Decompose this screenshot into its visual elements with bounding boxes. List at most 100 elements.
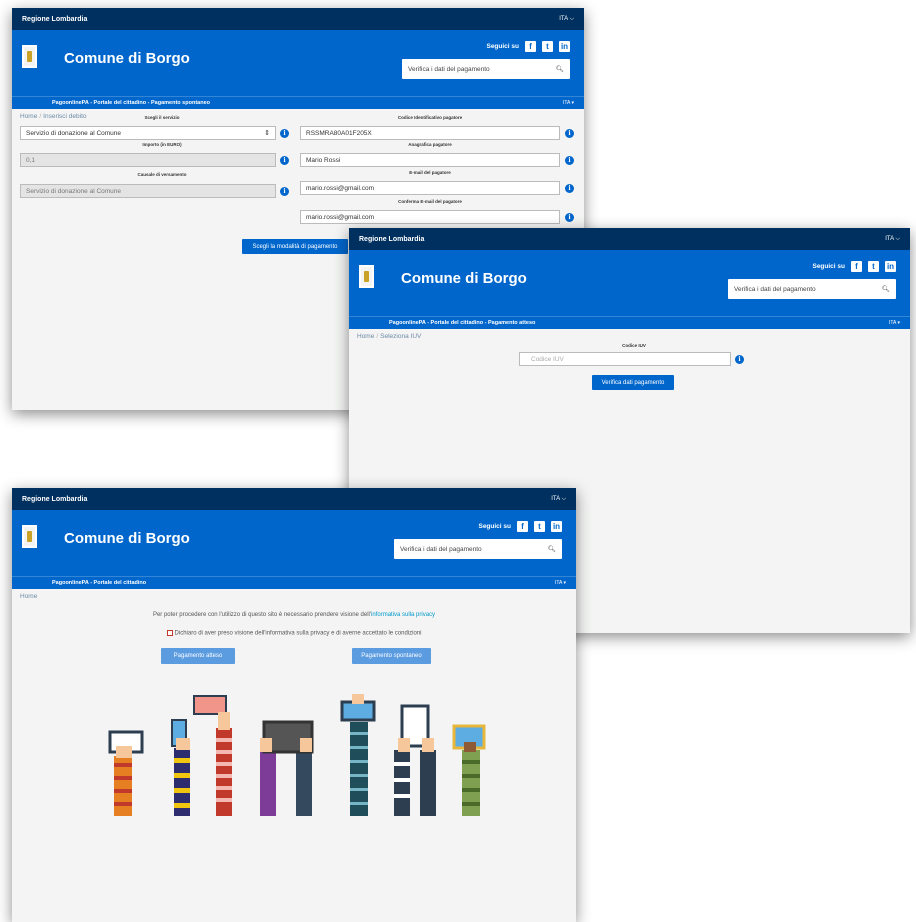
social-links: Seguici su f t in: [486, 41, 570, 52]
email-label: E-mail del pagatore: [409, 170, 451, 175]
info-icon[interactable]: i: [280, 156, 289, 165]
follow-label: Seguici su: [812, 263, 845, 270]
amount-label: Importo (in EURO): [142, 142, 182, 147]
service-select[interactable]: Servizio di donazione al Comune ⇕: [20, 126, 276, 140]
consent-checkbox[interactable]: [166, 630, 173, 636]
site-title: Comune di Borgo: [64, 530, 190, 547]
pagamento-spontaneo-button[interactable]: Pagamento spontaneo: [352, 648, 431, 664]
email-confirm-label: Conferma E-mail del pagatore: [398, 199, 462, 204]
linkedin-icon[interactable]: in: [559, 41, 570, 52]
verify-payment-button[interactable]: Verifica dati pagamento: [592, 375, 674, 390]
nav-title: PagoonlinePA - Portale del cittadino - P…: [52, 100, 210, 106]
coat-of-arms-icon: [22, 525, 37, 548]
breadcrumb-home[interactable]: Home: [357, 333, 374, 340]
amount-field[interactable]: 0,1: [20, 153, 276, 167]
hand-phone-2: [171, 719, 190, 816]
language-selector[interactable]: ITA ⌵: [551, 496, 566, 503]
email-confirm-field[interactable]: mario.rossi@gmail.com: [300, 210, 560, 224]
breadcrumb-home[interactable]: Home: [20, 593, 37, 600]
info-icon[interactable]: i: [565, 213, 574, 222]
nav-title: PagoonlinePA - Portale del cittadino: [52, 580, 147, 586]
codice-pagatore-field[interactable]: RSSMRA80A01F205X: [300, 126, 560, 140]
breadcrumb-current: Seleziona IUV: [380, 333, 422, 340]
social-links: Seguici su f t in: [812, 261, 896, 272]
facebook-icon[interactable]: f: [517, 521, 528, 532]
follow-label: Seguici su: [478, 523, 511, 530]
window-home: Regione Lombardia ITA ⌵ Comune di Borgo …: [12, 488, 576, 922]
header: Comune di Borgo Seguici su f t in Verifi…: [349, 250, 910, 316]
twitter-icon[interactable]: t: [534, 521, 545, 532]
info-icon[interactable]: i: [565, 129, 574, 138]
choose-payment-method-button[interactable]: Scegli la modalità di pagamento: [242, 239, 348, 254]
consent-text: Dichiaro di aver preso visione dell'info…: [174, 630, 422, 637]
site-title: Comune di Borgo: [64, 50, 190, 67]
twitter-icon[interactable]: t: [868, 261, 879, 272]
privacy-consent: Dichiaro di aver preso visione dell'info…: [12, 630, 576, 637]
language-selector[interactable]: ITA ⌵: [559, 16, 574, 23]
hand-phone-6: [394, 704, 436, 816]
language-menu[interactable]: ITA ▾: [889, 320, 900, 326]
nav-title: PagoonlinePA - Portale del cittadino - P…: [389, 320, 536, 326]
facebook-icon[interactable]: f: [851, 261, 862, 272]
iuv-placeholder: Codice IUV: [531, 355, 564, 363]
privacy-notice: Per poter procedere con l'utilizzo di qu…: [12, 612, 576, 618]
region-name: Regione Lombardia: [22, 495, 88, 503]
header: Comune di Borgo Seguici su f t in Verifi…: [12, 30, 584, 96]
top-bar: Regione Lombardia ITA ⌵: [12, 8, 584, 30]
info-icon[interactable]: i: [280, 187, 289, 196]
breadcrumb: Home / Seleziona IUV: [357, 333, 422, 340]
select-arrows-icon: ⇕: [264, 130, 270, 137]
search-input[interactable]: Verifica i dati del pagamento 🔍︎: [728, 279, 896, 299]
hand-phone-7: [452, 724, 486, 816]
causale-field[interactable]: Servizio di donazione al Comune: [20, 184, 276, 198]
causale-label: Causale di versamento: [137, 172, 187, 177]
nav-bar: PagoonlinePA - Portale del cittadino ITA…: [12, 576, 576, 589]
privacy-text: Per poter procedere con l'utilizzo di qu…: [152, 612, 372, 618]
email-field[interactable]: mario.rossi@gmail.com: [300, 181, 560, 195]
search-placeholder: Verifica i dati del pagamento: [408, 65, 490, 73]
search-placeholder: Verifica i dati del pagamento: [734, 285, 816, 293]
linkedin-icon[interactable]: in: [551, 521, 562, 532]
hand-tablet: [260, 720, 314, 816]
info-icon[interactable]: i: [735, 355, 744, 364]
iuv-label: Codice IUV: [622, 343, 646, 348]
privacy-link[interactable]: informativa sulla privacy: [371, 612, 435, 618]
info-icon[interactable]: i: [565, 156, 574, 165]
coat-of-arms-icon: [359, 265, 374, 288]
facebook-icon[interactable]: f: [525, 41, 536, 52]
social-links: Seguici su f t in: [478, 521, 562, 532]
search-placeholder: Verifica i dati del pagamento: [400, 545, 482, 553]
pagamento-atteso-button[interactable]: Pagamento atteso: [161, 648, 235, 664]
language-selector[interactable]: ITA ⌵: [885, 236, 900, 243]
service-select-value: Servizio di donazione al Comune: [26, 129, 122, 137]
hand-phone-5: [340, 694, 376, 816]
language-menu[interactable]: ITA ▾: [555, 580, 566, 586]
header: Comune di Borgo Seguici su f t in Verifi…: [12, 510, 576, 576]
region-name: Regione Lombardia: [359, 235, 425, 243]
coat-of-arms-icon: [22, 45, 37, 68]
info-icon[interactable]: i: [565, 184, 574, 193]
follow-label: Seguici su: [486, 43, 519, 50]
region-name: Regione Lombardia: [22, 15, 88, 23]
linkedin-icon[interactable]: in: [885, 261, 896, 272]
iuv-input[interactable]: Codice IUV: [519, 352, 731, 366]
top-bar: Regione Lombardia ITA ⌵: [349, 228, 910, 250]
search-icon[interactable]: 🔍︎: [556, 65, 564, 73]
search-icon[interactable]: 🔍︎: [548, 545, 556, 553]
breadcrumb: Home: [12, 589, 576, 604]
twitter-icon[interactable]: t: [542, 41, 553, 52]
codice-pagatore-label: Codice Identificativo pagatore: [397, 115, 463, 120]
hand-phone-1: [108, 730, 144, 816]
info-icon[interactable]: i: [280, 129, 289, 138]
nav-bar: PagoonlinePA - Portale del cittadino - P…: [12, 96, 584, 109]
anagrafica-field[interactable]: Mario Rossi: [300, 153, 560, 167]
search-input[interactable]: Verifica i dati del pagamento 🔍︎: [394, 539, 562, 559]
site-title: Comune di Borgo: [401, 270, 527, 287]
hand-phone-3: [193, 695, 232, 816]
language-menu[interactable]: ITA ▾: [563, 100, 574, 106]
anagrafica-label: Anagrafica pagatore: [408, 142, 452, 147]
search-icon[interactable]: 🔍︎: [882, 285, 890, 293]
search-input[interactable]: Verifica i dati del pagamento 🔍︎: [402, 59, 570, 79]
hands-with-devices-illustration: [108, 694, 486, 816]
nav-bar: PagoonlinePA - Portale del cittadino - P…: [349, 316, 910, 329]
